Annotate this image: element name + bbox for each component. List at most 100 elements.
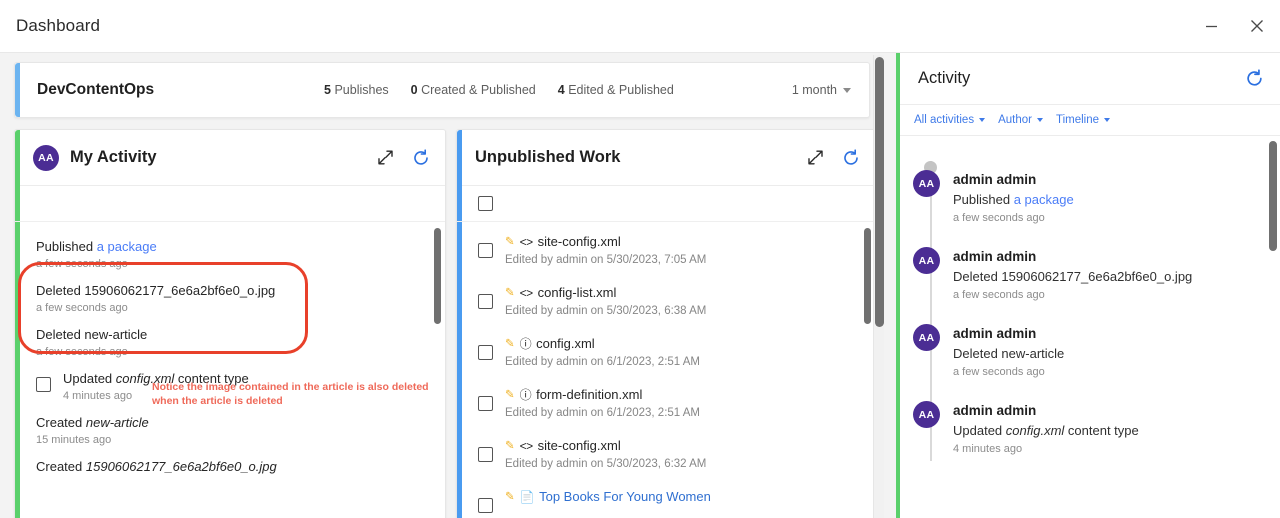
item-name[interactable]: config.xml	[536, 335, 595, 353]
stat-publishes-label: Publishes	[334, 83, 389, 97]
scrollbar-thumb[interactable]	[1269, 141, 1277, 251]
activity-timeline: AA admin admin Published a package a few…	[900, 137, 1280, 518]
scrollbar-thumb[interactable]	[864, 228, 871, 324]
activity-emphasis: config.xml	[1005, 423, 1065, 438]
window-controls	[1188, 6, 1280, 46]
table-row[interactable]: ✎ ⓘ config.xml Edited by admin on 6/1/20…	[457, 326, 875, 377]
item-name[interactable]: site-config.xml	[538, 233, 621, 251]
row-checkbox[interactable]	[478, 498, 493, 513]
refresh-icon[interactable]	[411, 148, 431, 168]
window-title: Dashboard	[16, 16, 101, 35]
activity-rail-header: Activity	[900, 53, 1280, 105]
unpublished-work-scrollbar[interactable]	[864, 228, 871, 518]
list-item[interactable]: AA admin admin Deleted 15906062177_6e6a2…	[913, 230, 1280, 307]
card-accent-bar	[15, 63, 20, 117]
item-meta: Edited by admin on 5/30/2023, 6:32 AM	[505, 458, 707, 470]
unpublished-work-title: Unpublished Work	[475, 148, 621, 166]
chevron-down-icon	[1104, 118, 1110, 122]
activity-time: a few seconds ago	[36, 346, 128, 358]
avatar: AA	[33, 144, 59, 171]
refresh-icon[interactable]	[1244, 69, 1264, 89]
close-icon[interactable]	[1234, 6, 1280, 46]
activity-text: Created 15906062177_6e6a2bf6e0_o.jpg	[36, 458, 423, 476]
my-activity-scrollbar[interactable]	[434, 228, 441, 518]
stat-publishes-count: 5	[324, 83, 331, 97]
activity-rail-scrollbar[interactable]	[1269, 141, 1277, 513]
activity-user: admin admin	[953, 249, 1037, 264]
pencil-icon: ✎	[505, 440, 515, 452]
table-row[interactable]: ✎ <> site-config.xml Edited by admin on …	[457, 428, 875, 479]
chevron-down-icon	[1036, 118, 1043, 122]
my-activity-body: Published a package a few seconds ago De…	[15, 186, 445, 518]
row-checkbox[interactable]	[478, 243, 493, 258]
dashboard-window: Dashboard DevContentOps 5 Publishes 0 Cr…	[0, 0, 1280, 518]
table-row[interactable]: ✎ ⓘ form-definition.xml Edited by admin …	[457, 377, 875, 428]
item-name[interactable]: config-list.xml	[538, 284, 617, 302]
my-activity-title: My Activity	[70, 148, 157, 166]
list-item[interactable]: Published a package a few seconds ago	[15, 232, 445, 276]
activity-link[interactable]: a package	[97, 239, 157, 254]
activity-prefix: Updated	[63, 371, 116, 386]
row-checkbox[interactable]	[478, 447, 493, 462]
refresh-icon[interactable]	[841, 148, 861, 168]
row-checkbox[interactable]	[478, 294, 493, 309]
filter-timeline[interactable]: Timeline	[1056, 114, 1110, 126]
window-title-bar: Dashboard	[0, 0, 1280, 53]
activity-time: a few seconds ago	[953, 366, 1045, 378]
table-row[interactable]: ✎ 📄 Top Books For Young Women	[457, 479, 875, 518]
unpublished-work-widget: Unpublished Work ✎ <> site-config.xml Ed…	[456, 129, 876, 518]
table-row[interactable]: ✎ <> config-list.xml Edited by admin on …	[457, 275, 875, 326]
scrollbar-thumb[interactable]	[875, 57, 884, 327]
code-icon: <>	[519, 235, 534, 249]
my-activity-list: Published a package a few seconds ago De…	[15, 222, 445, 482]
activity-text: Created new-article	[36, 414, 423, 432]
scrollbar-thumb[interactable]	[434, 228, 441, 324]
table-row[interactable]: ✎ <> site-config.xml Edited by admin on …	[457, 224, 875, 275]
filter-label: Author	[998, 114, 1032, 126]
list-item[interactable]: Created new-article 15 minutes ago	[15, 408, 445, 452]
dashboard-main-region: DevContentOps 5 Publishes 0 Created & Pu…	[0, 53, 884, 518]
list-item[interactable]: AA admin admin Updated config.xml conten…	[913, 384, 1280, 461]
expand-icon[interactable]	[805, 148, 825, 168]
item-meta: Edited by admin on 6/1/2023, 2:51 AM	[505, 407, 700, 419]
minimize-icon[interactable]	[1188, 6, 1234, 46]
activity-text: Deleted 15906062177_6e6a2bf6e0_o.jpg	[36, 283, 276, 298]
time-range-value: 1 month	[791, 83, 837, 97]
item-name[interactable]: site-config.xml	[538, 437, 621, 455]
stat-edited-label: Edited & Published	[568, 83, 674, 97]
expand-icon[interactable]	[375, 148, 395, 168]
list-item[interactable]: AA admin admin Deleted new-article a few…	[913, 307, 1280, 384]
stat-created-count: 0	[410, 83, 418, 97]
activity-text: Deleted new-article	[36, 327, 148, 342]
row-checkbox[interactable]	[478, 345, 493, 360]
list-item[interactable]: Deleted 15906062177_6e6a2bf6e0_o.jpg a f…	[15, 276, 445, 320]
row-checkbox[interactable]	[478, 396, 493, 411]
activity-user: admin admin	[953, 403, 1037, 418]
pencil-icon: ✎	[505, 236, 515, 248]
list-item[interactable]: Created 15906062177_6e6a2bf6e0_o.jpg	[15, 452, 445, 482]
activity-text: Deleted new-article	[953, 346, 1065, 361]
activity-filters: All activities Author Timeline	[900, 105, 1280, 136]
page-icon: 📄	[519, 490, 535, 504]
item-name[interactable]: Top Books For Young Women	[539, 488, 711, 506]
item-name-row: ✎ <> site-config.xml	[505, 437, 857, 455]
activity-prefix: Published	[953, 192, 1014, 207]
list-item[interactable]: Deleted new-article a few seconds ago	[15, 320, 445, 364]
time-range-dropdown[interactable]: 1 month	[792, 83, 851, 97]
summary-stats: 5 Publishes 0 Created & Published 4 Edit…	[324, 83, 851, 97]
main-region-scrollbar[interactable]	[873, 55, 884, 518]
activity-user: admin admin	[953, 172, 1037, 187]
select-all-checkbox[interactable]	[478, 196, 493, 211]
activity-time: 15 minutes ago	[36, 434, 112, 446]
pencil-icon: ✎	[505, 287, 515, 299]
filter-all-activities[interactable]: All activities	[914, 114, 986, 126]
row-checkbox[interactable]	[36, 377, 51, 392]
list-item[interactable]: Updated config.xml content type 4 minute…	[15, 364, 445, 408]
item-name[interactable]: form-definition.xml	[536, 386, 642, 404]
filter-author[interactable]: Author	[998, 114, 1043, 126]
list-item[interactable]: AA admin admin Published a package a few…	[913, 153, 1280, 230]
chevron-down-icon	[843, 87, 851, 93]
avatar: AA	[913, 324, 940, 351]
activity-link[interactable]: a package	[1014, 192, 1074, 207]
my-activity-header: AA My Activity	[15, 130, 445, 186]
